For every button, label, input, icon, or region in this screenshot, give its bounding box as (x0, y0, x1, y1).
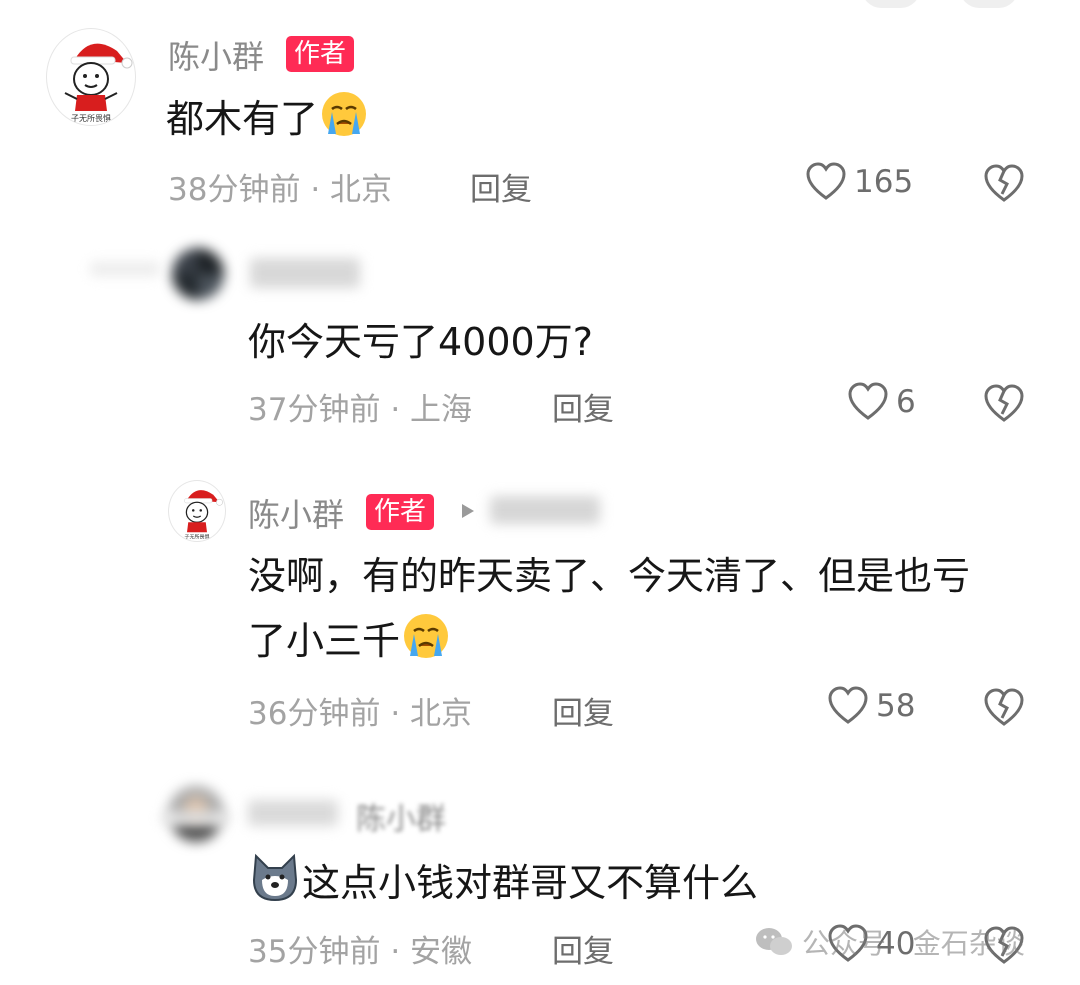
commenter-avatar[interactable] (172, 248, 224, 300)
comment-text-line2: 了小三千 (248, 612, 452, 675)
author-badge: 作者 (286, 36, 355, 72)
like-button[interactable]: 165 (804, 160, 913, 204)
comment-time: 35分钟前 (248, 934, 381, 970)
comment-location: 上海 (410, 392, 473, 428)
heart-icon (806, 162, 846, 200)
comment-text-body: 了小三千 (248, 619, 401, 663)
blurred-username (250, 258, 360, 288)
meta-separator: · (390, 392, 401, 428)
broken-heart-icon (984, 688, 1024, 726)
blurred-reply-trail (90, 262, 160, 276)
wechat-icon (756, 928, 792, 955)
crying-emoji-icon (400, 612, 452, 675)
meta-separator: · (390, 934, 401, 970)
author-avatar[interactable]: 子无所畏惧 (168, 480, 226, 542)
meta-separator: · (310, 172, 321, 208)
husky-dog-emoji-icon (248, 852, 302, 919)
reply-button[interactable]: 回复 (552, 926, 614, 971)
comment-meta: 35分钟前 · 安徽 (248, 926, 472, 971)
author-avatar[interactable]: 子无所畏惧 (46, 28, 136, 126)
reply-button[interactable]: 回复 (552, 688, 614, 733)
santa-doodle-avatar-image: 子无所畏惧 (64, 43, 133, 123)
comment-meta: 36分钟前 · 北京 (248, 688, 472, 733)
reply-arrow-icon (462, 504, 474, 518)
reply-target-name[interactable]: 陈小群 (356, 794, 446, 838)
like-button[interactable]: 58 (826, 684, 915, 728)
santa-doodle-avatar-image: 子无所畏惧 (184, 490, 223, 541)
comment-location: 安徽 (410, 934, 473, 970)
heart-icon (848, 382, 888, 420)
dislike-button[interactable] (982, 686, 1026, 734)
blurred-reply-target (490, 496, 600, 524)
comment-time: 38分钟前 (168, 172, 301, 208)
comment-text: 都木有了 (166, 90, 370, 153)
like-count: 58 (876, 688, 916, 724)
comment-text: 这点小钱对群哥又不算什么 (248, 852, 758, 919)
watermark-text: 公众号 · 金石杂谈 (802, 927, 1025, 960)
broken-heart-icon (984, 384, 1024, 422)
author-name[interactable]: 陈小群 (168, 32, 264, 78)
author-badge: 作者 (366, 494, 435, 530)
dislike-button[interactable] (982, 162, 1026, 210)
dislike-button[interactable] (982, 382, 1026, 430)
comment-text-body: 这点小钱对群哥又不算什么 (302, 861, 759, 905)
comment-meta: 38分钟前 · 北京 (168, 164, 392, 209)
comment-time: 36分钟前 (248, 696, 381, 732)
reply-button[interactable]: 回复 (552, 384, 614, 429)
comment-text: 你今天亏了4000万? (248, 320, 593, 364)
comment-meta: 37分钟前 · 上海 (248, 384, 472, 429)
watermark: 公众号 · 金石杂谈 (754, 922, 1025, 962)
top-control-pill-left (862, 0, 920, 8)
comment-location: 北京 (330, 172, 393, 208)
top-control-pill-right (960, 0, 1018, 8)
like-count: 165 (854, 164, 914, 200)
crying-emoji-icon (318, 90, 370, 153)
like-count: 6 (896, 384, 916, 420)
avatar-caption-text: 子无所畏惧 (71, 113, 111, 123)
comment-location: 北京 (410, 696, 473, 732)
avatar-caption-text: 子无所畏惧 (184, 534, 209, 541)
meta-separator: · (390, 696, 401, 732)
heart-icon (828, 686, 868, 724)
reply-button[interactable]: 回复 (470, 164, 532, 209)
comment-time: 37分钟前 (248, 392, 381, 428)
blurred-username (248, 800, 338, 826)
pixelated-avatar-image (172, 248, 224, 300)
comment-text-line1: 没啊，有的昨天卖了、今天清了、但是也亏 (248, 554, 971, 598)
author-name[interactable]: 陈小群 (248, 490, 344, 536)
like-button[interactable]: 6 (846, 380, 916, 424)
comment-text-body: 都木有了 (166, 97, 319, 141)
broken-heart-icon (984, 164, 1024, 202)
blurred-reply-trail (160, 812, 230, 824)
